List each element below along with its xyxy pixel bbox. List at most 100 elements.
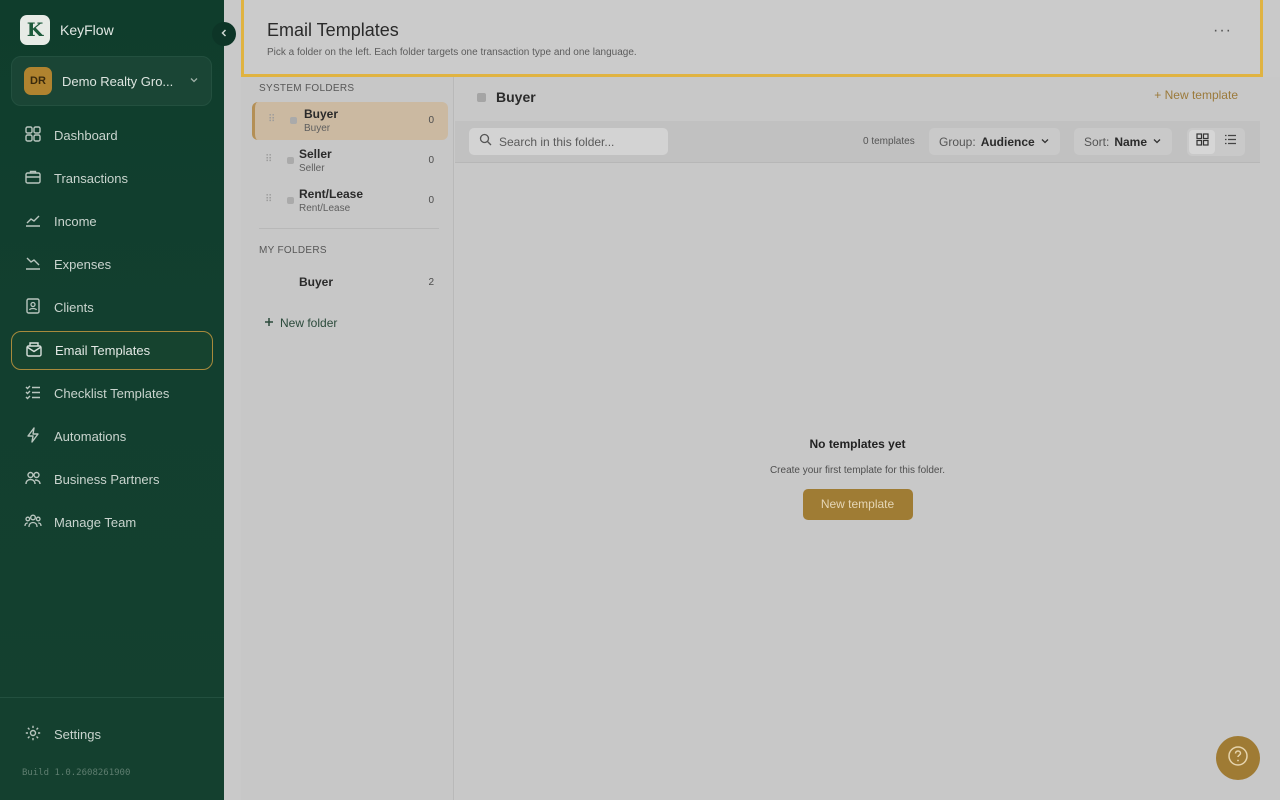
grid-view-button[interactable]: [1189, 130, 1215, 154]
partners-icon: [24, 469, 42, 490]
nav-label: Income: [54, 214, 97, 229]
list-view-button[interactable]: [1217, 130, 1243, 154]
folder-color-swatch: [287, 197, 294, 204]
briefcase-icon: [24, 168, 42, 189]
view-toggle: [1187, 128, 1245, 156]
team-icon: [24, 512, 42, 533]
page-subtitle: Pick a folder on the left. Each folder t…: [267, 47, 637, 58]
folder-count: 0: [428, 115, 434, 126]
mail-icon: [25, 340, 43, 361]
chevron-down-icon: [189, 72, 199, 90]
group-label: Group:: [939, 134, 976, 149]
sort-value: Name: [1114, 134, 1148, 149]
checklist-icon: [24, 383, 42, 404]
current-folder-name: Buyer: [496, 89, 536, 105]
nav-label: Manage Team: [54, 515, 137, 530]
list-icon: [1224, 133, 1237, 151]
org-switcher[interactable]: DR Demo Realty Gro...: [11, 56, 212, 106]
help-button[interactable]: [1216, 736, 1260, 780]
sidebar-divider: [0, 697, 224, 698]
nav-label: Dashboard: [54, 128, 118, 143]
brand[interactable]: K KeyFlow: [20, 15, 114, 45]
empty-state-title: No templates yet: [809, 437, 906, 451]
nav-item-automations[interactable]: Automations: [11, 417, 213, 456]
gear-icon: [24, 724, 42, 745]
search-box[interactable]: [469, 128, 668, 155]
new-template-link[interactable]: + New template: [1154, 88, 1238, 102]
my-folders-label: MY FOLDERS: [259, 245, 327, 256]
folder-count: 0: [428, 195, 434, 206]
nav-label: Expenses: [54, 257, 112, 272]
folder-color-swatch: [287, 157, 294, 164]
nav-item-business-partners[interactable]: Business Partners: [11, 460, 213, 499]
folder-item-seller[interactable]: ⠿ Seller Seller 0: [252, 142, 448, 180]
chevron-left-icon: [219, 25, 229, 43]
current-folder-title: Buyer: [477, 89, 536, 105]
folder-divider: [259, 228, 439, 229]
folder-item-rent-lease[interactable]: ⠿ Rent/Lease Rent/Lease 0: [252, 182, 448, 220]
sidebar: K KeyFlow DR Demo Realty Gro... Dashboar…: [0, 0, 224, 800]
folder-color-swatch: [290, 117, 297, 124]
new-folder-button[interactable]: New folder: [264, 316, 337, 330]
nav-item-checklist-templates[interactable]: Checklist Templates: [11, 374, 213, 413]
nav-item-expenses[interactable]: Expenses: [11, 245, 213, 284]
contacts-icon: [24, 297, 42, 318]
folder-name: Seller: [299, 147, 332, 161]
org-name: Demo Realty Gro...: [62, 73, 174, 89]
drag-handle-icon[interactable]: ⠿: [265, 154, 272, 165]
folder-name: Buyer: [299, 275, 334, 289]
folder-color-swatch: [477, 92, 486, 102]
nav-item-settings[interactable]: Settings: [11, 715, 213, 753]
nav-item-transactions[interactable]: Transactions: [11, 159, 213, 198]
app-logo: K: [20, 15, 50, 45]
sort-label: Sort:: [1084, 134, 1110, 149]
more-options-button[interactable]: ···: [1213, 22, 1232, 40]
folder-name: Rent/Lease: [299, 187, 364, 201]
templates-main: Buyer + New template 0 templates Group: …: [455, 77, 1280, 800]
empty-state-subtitle: Create your first template for this fold…: [769, 465, 946, 476]
nav-label: Business Partners: [54, 472, 160, 487]
folder-type: Buyer: [304, 123, 331, 134]
system-folders-label: SYSTEM FOLDERS: [259, 83, 355, 94]
grid-icon: [1195, 133, 1209, 151]
folder-type: Seller: [299, 163, 325, 174]
nav-label: Clients: [54, 300, 94, 315]
folder-pane: SYSTEM FOLDERS ⠿ Buyer Buyer 0 ⠿ Seller …: [241, 77, 454, 800]
page-title: Email Templates: [267, 20, 399, 40]
app-name: KeyFlow: [60, 22, 114, 38]
nav-label: Checklist Templates: [54, 386, 170, 401]
empty-state: No templates yet Create your first templ…: [455, 437, 1260, 520]
plus-icon: [264, 316, 274, 330]
trend-up-icon: [24, 211, 42, 232]
nav-item-clients[interactable]: Clients: [11, 288, 213, 327]
chevron-down-icon: [1152, 135, 1162, 149]
search-input[interactable]: [499, 134, 658, 149]
nav-label: Automations: [54, 429, 127, 444]
folder-type: Rent/Lease: [299, 203, 351, 214]
templates-toolbar: 0 templates Group: Audience Sort: Name: [455, 121, 1260, 163]
build-version: Build 1.0.2608261900: [22, 768, 131, 778]
collapse-sidebar-button[interactable]: [212, 22, 236, 46]
group-value: Audience: [980, 134, 1035, 149]
nav-item-manage-team[interactable]: Manage Team: [11, 503, 213, 542]
group-by-dropdown[interactable]: Group: Audience: [929, 128, 1060, 155]
drag-handle-icon[interactable]: ⠿: [268, 114, 275, 125]
folder-item-buyer[interactable]: ⠿ Buyer Buyer 0: [252, 102, 448, 140]
nav-label: Email Templates: [55, 343, 151, 358]
nav-item-income[interactable]: Income: [11, 202, 213, 241]
nav-item-email-templates[interactable]: Email Templates: [11, 331, 213, 370]
help-icon: [1227, 745, 1249, 772]
dashboard-icon: [24, 125, 42, 146]
folder-name: Buyer: [304, 107, 339, 121]
bolt-icon: [24, 426, 42, 447]
folder-count: 2: [428, 277, 434, 288]
trend-down-icon: [24, 254, 42, 275]
nav-item-dashboard[interactable]: Dashboard: [11, 116, 213, 155]
drag-handle-icon[interactable]: ⠿: [265, 194, 272, 205]
settings-label: Settings: [54, 726, 101, 742]
page-header: Email Templates Pick a folder on the lef…: [241, 0, 1263, 77]
folder-item-my-buyer[interactable]: Buyer 2: [252, 263, 448, 301]
new-template-button[interactable]: New template: [802, 489, 913, 520]
sort-dropdown[interactable]: Sort: Name: [1074, 128, 1173, 155]
nav-label: Transactions: [54, 171, 128, 186]
